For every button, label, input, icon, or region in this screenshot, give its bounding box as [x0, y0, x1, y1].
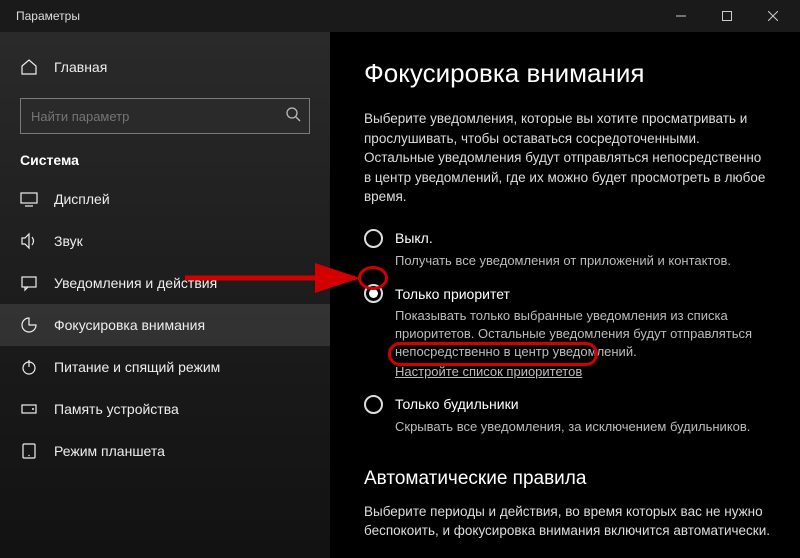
radio-label: Выкл.: [395, 230, 433, 246]
power-icon: [20, 358, 38, 376]
titlebar: Параметры: [0, 0, 800, 32]
rules-heading: Автоматические правила: [364, 468, 772, 490]
radio-icon: [364, 395, 383, 414]
radio-option-alarms[interactable]: Только будильники Скрывать все уведомлен…: [364, 395, 772, 436]
close-button[interactable]: [750, 0, 796, 32]
sidebar-item-label: Дисплей: [54, 191, 110, 207]
focus-radio-group: Выкл. Получать все уведомления от прилож…: [364, 229, 772, 446]
sidebar-section-header: Система: [0, 152, 330, 178]
sidebar-item-label: Уведомления и действия: [54, 275, 217, 291]
radio-description: Скрывать все уведомления, за исключением…: [395, 418, 772, 436]
notifications-icon: [20, 274, 38, 292]
window-title: Параметры: [16, 9, 658, 23]
search-icon: [285, 106, 301, 127]
rules-description: Выберите периоды и действия, во время ко…: [364, 502, 772, 541]
home-link[interactable]: Главная: [0, 50, 330, 84]
home-label: Главная: [54, 59, 107, 75]
radio-description: Показывать только выбранные уведомления …: [395, 307, 772, 362]
maximize-button[interactable]: [704, 0, 750, 32]
sidebar-item-label: Фокусировка внимания: [54, 317, 205, 333]
sound-icon: [20, 232, 38, 250]
page-description: Выберите уведомления, которые вы хотите …: [364, 109, 772, 207]
radio-label: Только будильники: [395, 396, 519, 412]
sidebar-item-label: Память устройства: [54, 401, 179, 417]
focus-icon: [20, 316, 38, 334]
radio-option-priority[interactable]: Только приоритет Показывать только выбра…: [364, 284, 772, 381]
radio-option-off[interactable]: Выкл. Получать все уведомления от прилож…: [364, 229, 772, 270]
sidebar: Главная Система Дисплей Звук: [0, 32, 330, 558]
search-box[interactable]: [20, 98, 310, 134]
minimize-button[interactable]: [658, 0, 704, 32]
sidebar-item-tablet[interactable]: Режим планшета: [0, 430, 330, 472]
radio-icon: [364, 284, 383, 303]
customize-priority-link[interactable]: Настройте список приоритетов: [395, 364, 582, 379]
radio-description: Получать все уведомления от приложений и…: [395, 252, 772, 270]
storage-icon: [20, 400, 38, 418]
sidebar-item-power[interactable]: Питание и спящий режим: [0, 346, 330, 388]
sidebar-item-display[interactable]: Дисплей: [0, 178, 330, 220]
home-icon: [20, 58, 38, 76]
content-pane: Фокусировка внимания Выберите уведомлени…: [330, 32, 800, 558]
sidebar-item-label: Режим планшета: [54, 443, 165, 459]
page-title: Фокусировка внимания: [364, 58, 772, 89]
window-controls: [658, 0, 796, 32]
maximize-icon: [722, 11, 732, 21]
sidebar-item-label: Питание и спящий режим: [54, 359, 220, 375]
sidebar-item-notifications[interactable]: Уведомления и действия: [0, 262, 330, 304]
display-icon: [20, 190, 38, 208]
tablet-icon: [20, 442, 38, 460]
close-icon: [768, 11, 778, 21]
minimize-icon: [676, 11, 686, 21]
sidebar-nav: Дисплей Звук Уведомления и действия Фоку…: [0, 178, 330, 472]
radio-label: Только приоритет: [395, 286, 510, 302]
sidebar-item-focus[interactable]: Фокусировка внимания: [0, 304, 330, 346]
radio-icon: [364, 229, 383, 248]
sidebar-item-storage[interactable]: Память устройства: [0, 388, 330, 430]
search-input[interactable]: [31, 109, 285, 124]
sidebar-item-label: Звук: [54, 233, 83, 249]
sidebar-item-sound[interactable]: Звук: [0, 220, 330, 262]
